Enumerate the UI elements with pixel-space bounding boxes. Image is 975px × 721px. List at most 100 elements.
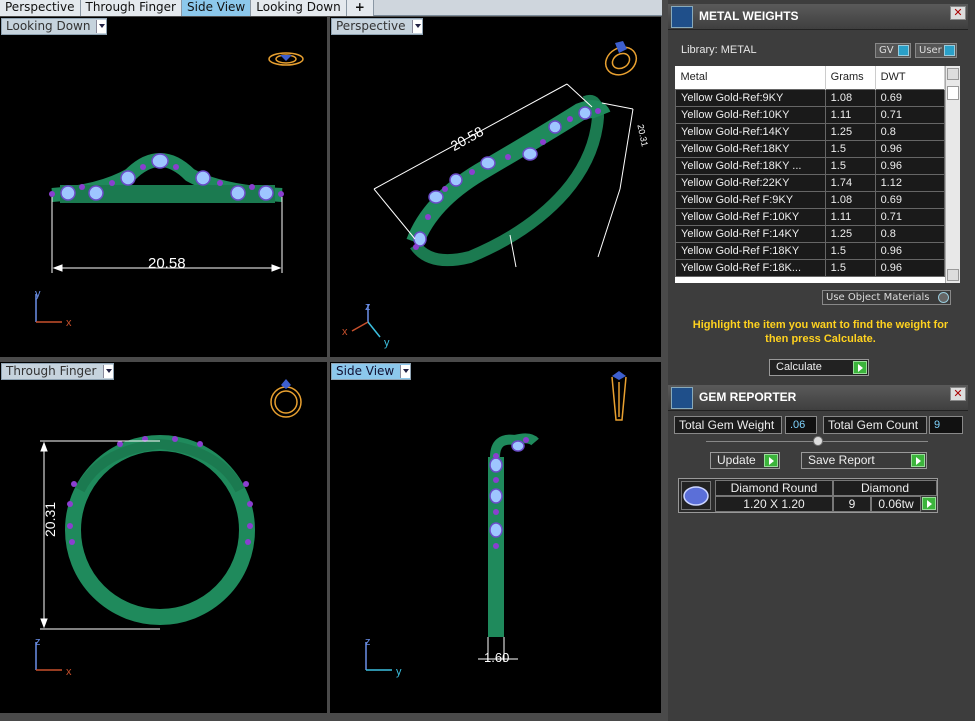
grams-cell: 1.5 (824, 241, 876, 260)
table-row[interactable]: Yellow Gold-Ref F:14KY 1.25 0.8 (675, 224, 946, 243)
metal-cell: Yellow Gold-Ref F:10KY (675, 207, 826, 226)
dwt-cell: 0.96 (874, 241, 946, 260)
perspective-dimension-height: 20.31 (635, 123, 649, 147)
column-header-grams[interactable]: Grams (825, 66, 876, 89)
viewport-menu-looking-down[interactable]: Looking Down (1, 18, 108, 35)
calculate-button[interactable]: Calculate (769, 359, 869, 376)
gem-size: 1.20 X 1.20 (715, 496, 833, 512)
right-panel: METAL WEIGHTS ✕ Library: METAL GV User M… (668, 0, 975, 721)
play-icon (922, 497, 936, 510)
scale-icon (671, 6, 693, 28)
dwt-cell: 0.69 (874, 190, 946, 209)
metal-cell: Yellow Gold-Ref F:14KY (675, 224, 826, 243)
scroll-up-icon[interactable] (947, 68, 959, 80)
grams-cell: 1.08 (824, 88, 876, 107)
metal-cell: Yellow Gold-Ref:9KY (675, 88, 826, 107)
viewport-menu-side-view[interactable]: Side View (331, 363, 412, 380)
table-row[interactable]: Yellow Gold-Ref:9KY 1.08 0.69 (675, 88, 946, 107)
svg-text:z: z (35, 636, 41, 648)
grams-cell: 1.5 (824, 156, 876, 175)
table-row[interactable]: Yellow Gold-Ref F:18KY 1.5 0.96 (675, 241, 946, 260)
svg-text:y: y (396, 666, 402, 678)
tab-perspective[interactable]: Perspective (0, 0, 81, 16)
metal-cell: Yellow Gold-Ref:10KY (675, 105, 826, 124)
update-button[interactable]: Update (710, 452, 780, 469)
side-view-dimension: 1.60 (484, 650, 509, 665)
metal-table: Metal Grams DWT Yellow Gold-Ref:9KY 1.08 0… (675, 66, 960, 283)
close-icon[interactable]: ✕ (950, 387, 966, 401)
viewport-menu-through-finger[interactable]: Through Finger (1, 363, 114, 380)
dwt-cell: 0.8 (874, 224, 946, 243)
svg-text:z: z (365, 301, 371, 313)
viewport-menu-perspective[interactable]: Perspective (331, 18, 423, 35)
ring-side-view-drawing: 1.60 z y (365, 371, 627, 678)
table-row[interactable]: Yellow Gold-Ref:18KY ... 1.5 0.96 (675, 156, 946, 175)
library-label: Library: METAL (681, 44, 757, 56)
close-icon[interactable]: ✕ (950, 6, 966, 20)
gem-shape: Diamond Round (715, 480, 833, 496)
play-icon (911, 454, 925, 467)
chevron-down-icon (102, 365, 113, 378)
gem-weight: 0.06tw (871, 496, 921, 512)
svg-text:x: x (342, 326, 348, 338)
gv-toggle[interactable]: GV (875, 43, 911, 58)
svg-text:z: z (365, 636, 371, 648)
metal-table-scrollbar[interactable] (945, 66, 960, 283)
dwt-cell: 0.8 (874, 122, 946, 141)
viewport-through-finger[interactable]: 20.31 z x Through Finger (0, 362, 327, 713)
tab-side-view[interactable]: Side View (182, 0, 252, 16)
column-header-metal[interactable]: Metal (675, 66, 826, 89)
perspective-dimension: 20.58 (448, 123, 487, 154)
gem-detail-button[interactable] (921, 496, 937, 512)
dwt-cell: 0.96 (874, 156, 946, 175)
add-tab-button[interactable]: + (346, 0, 374, 16)
dwt-cell: 0.96 (874, 258, 946, 277)
grams-cell: 1.25 (824, 224, 876, 243)
save-report-button[interactable]: Save Report (801, 452, 927, 469)
ring-top-view-drawing: 20.58 y x (35, 52, 304, 329)
scroll-down-icon[interactable] (947, 269, 959, 281)
view-tab-bar: Perspective Through Finger Side View Loo… (0, 0, 662, 16)
gem-row[interactable]: Diamond Round 1.20 X 1.20 Diamond 9 0.06… (678, 478, 938, 513)
viewport-side-view[interactable]: 1.60 z y Side View (330, 362, 661, 713)
use-object-materials-toggle[interactable]: Use Object Materials (822, 290, 951, 305)
dwt-cell: 0.71 (874, 105, 946, 124)
divider-handle[interactable] (813, 436, 823, 446)
calculate-hint: Highlight the item you want to find the … (692, 319, 949, 345)
table-row[interactable]: Yellow Gold-Ref:10KY 1.11 0.71 (675, 105, 946, 124)
viewport-perspective[interactable]: 20.58 20.31 z x y Perspective (330, 17, 661, 357)
gem-count: 9 (833, 496, 871, 512)
ring-front-view-drawing: 20.31 z x (35, 379, 302, 678)
tab-looking-down[interactable]: Looking Down (251, 0, 347, 16)
table-row[interactable]: Yellow Gold-Ref F:18K... 1.5 0.96 (675, 258, 946, 277)
grams-cell: 1.74 (824, 173, 876, 192)
dwt-cell: 0.96 (874, 139, 946, 158)
grams-cell: 1.11 (824, 105, 876, 124)
tab-through-finger[interactable]: Through Finger (80, 0, 182, 16)
metal-cell: Yellow Gold-Ref:18KY ... (675, 156, 826, 175)
diamond-icon (681, 481, 711, 510)
chevron-down-icon (411, 20, 422, 33)
user-toggle[interactable]: User (915, 43, 957, 58)
column-header-dwt[interactable]: DWT (875, 66, 946, 89)
report-icon (671, 387, 693, 409)
table-row[interactable]: Yellow Gold-Ref:18KY 1.5 0.96 (675, 139, 946, 158)
play-icon (764, 454, 778, 467)
gem-type: Diamond (833, 480, 937, 496)
table-row[interactable]: Yellow Gold-Ref F:10KY 1.11 0.71 (675, 207, 946, 226)
dwt-cell: 0.69 (874, 88, 946, 107)
table-row[interactable]: Yellow Gold-Ref:22KY 1.74 1.12 (675, 173, 946, 192)
total-gem-weight-label: Total Gem Weight (674, 416, 782, 434)
chevron-down-icon (96, 20, 107, 33)
table-row[interactable]: Yellow Gold-Ref:14KY 1.25 0.8 (675, 122, 946, 141)
viewport-looking-down[interactable]: 20.58 y x Looking Down (0, 17, 327, 357)
total-gem-count-label: Total Gem Count (823, 416, 927, 434)
dwt-cell: 1.12 (874, 173, 946, 192)
gem-reporter-header: GEM REPORTER ✕ (668, 385, 968, 411)
grams-cell: 1.11 (824, 207, 876, 226)
svg-text:x: x (66, 666, 72, 678)
grams-cell: 1.25 (824, 122, 876, 141)
metal-weights-header: METAL WEIGHTS ✕ (668, 4, 968, 30)
metal-cell: Yellow Gold-Ref:22KY (675, 173, 826, 192)
table-row[interactable]: Yellow Gold-Ref F:9KY 1.08 0.69 (675, 190, 946, 209)
